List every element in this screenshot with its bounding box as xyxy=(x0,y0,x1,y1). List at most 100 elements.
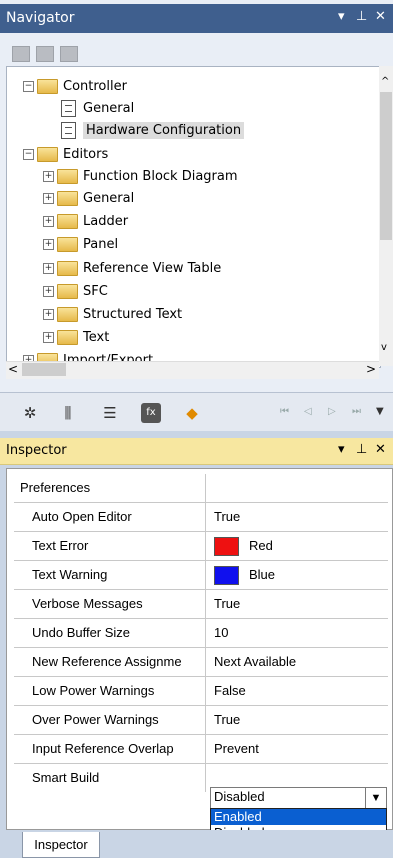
navigator-menu-icon[interactable]: ▼ xyxy=(376,406,384,417)
dropdown-option-enabled[interactable]: Enabled xyxy=(211,809,386,825)
help-icon[interactable]: ◆ xyxy=(182,403,202,423)
navigator-tree: − Controller General Hardware Configurat… xyxy=(6,66,381,368)
scroll-left-icon[interactable]: < xyxy=(8,362,18,376)
property-value[interactable]: False xyxy=(214,677,246,705)
property-value[interactable]: True xyxy=(214,590,240,618)
tree-item-label: Ladder xyxy=(83,213,129,229)
color-name: Red xyxy=(249,538,273,553)
property-value[interactable]: True xyxy=(214,503,240,531)
pin-icon[interactable]: ⊥ xyxy=(356,442,367,457)
expand-icon[interactable]: + xyxy=(43,331,54,343)
expand-icon[interactable]: + xyxy=(43,238,54,250)
section-label: Preferences xyxy=(14,474,206,502)
folder-icon xyxy=(57,213,78,229)
tree-item-label: Panel xyxy=(83,236,119,252)
library-icon[interactable]: ⫼ xyxy=(58,403,78,423)
expand-icon[interactable]: + xyxy=(43,285,54,297)
section-header-preferences[interactable]: Preferences xyxy=(14,474,388,503)
tree-item-panel[interactable]: + Panel xyxy=(43,233,118,255)
property-value[interactable]: Prevent xyxy=(214,735,259,763)
tree-item-label: Text xyxy=(83,329,110,345)
folder-icon xyxy=(57,168,78,184)
property-row[interactable]: Auto Open Editor True xyxy=(14,503,388,532)
property-row[interactable]: Over Power Warnings True xyxy=(14,706,388,735)
folder-icon xyxy=(57,236,78,252)
tree-item-label: Editors xyxy=(63,146,109,162)
tree-item-structured-text[interactable]: + Structured Text xyxy=(43,303,182,325)
tree-view-icon[interactable] xyxy=(36,46,54,62)
property-value[interactable]: True xyxy=(214,706,240,734)
property-row[interactable]: Text Error Red xyxy=(14,532,388,561)
tree-item-general[interactable]: General xyxy=(59,97,134,119)
folder-icon xyxy=(37,146,58,162)
vertical-scroll-thumb[interactable] xyxy=(380,92,392,240)
scroll-up-icon[interactable]: ^ xyxy=(381,76,389,87)
grid-view-icon[interactable] xyxy=(12,46,30,62)
tree-item-label: General xyxy=(83,190,135,206)
close-icon[interactable]: ✕ xyxy=(375,442,386,457)
tree-item-label: Structured Text xyxy=(83,306,183,322)
property-name: Over Power Warnings xyxy=(14,706,206,734)
last-icon[interactable]: ⏭ xyxy=(352,406,361,417)
tree-item-ladder[interactable]: + Ladder xyxy=(43,210,128,232)
close-icon[interactable]: ✕ xyxy=(375,9,386,24)
property-row[interactable]: Low Power Warnings False xyxy=(14,677,388,706)
folder-icon xyxy=(57,283,78,299)
property-row[interactable]: New Reference Assignme Next Available xyxy=(14,648,388,677)
tab-inspector[interactable]: Inspector xyxy=(22,832,100,858)
navigator-title: Navigator xyxy=(6,10,75,26)
property-value[interactable]: 10 xyxy=(214,619,228,647)
collapse-icon[interactable]: − xyxy=(23,80,34,92)
tree-item-label: Hardware Configuration xyxy=(83,121,245,139)
property-row[interactable]: Verbose Messages True xyxy=(14,590,388,619)
collapse-icon[interactable]: − xyxy=(23,148,34,160)
property-row[interactable]: Input Reference Overlap Prevent xyxy=(14,735,388,764)
tree-item-label: General xyxy=(83,100,135,116)
expand-icon[interactable]: + xyxy=(43,308,54,320)
color-swatch xyxy=(214,566,239,586)
tree-item-reference-view-table[interactable]: + Reference View Table xyxy=(43,257,221,279)
settings-gear-icon[interactable]: ✲ xyxy=(20,403,40,423)
navigator-titlebar: Navigator ▾ ⊥ ✕ xyxy=(0,4,393,33)
property-name: Input Reference Overlap xyxy=(14,735,206,763)
table-icon[interactable]: ☰ xyxy=(100,403,120,423)
expand-icon[interactable]: + xyxy=(43,192,54,204)
property-name: Low Power Warnings xyxy=(14,677,206,705)
tree-item-sfc[interactable]: + SFC xyxy=(43,280,108,302)
tree-item-text[interactable]: + Text xyxy=(43,326,109,348)
next-icon[interactable]: ▷ xyxy=(328,406,336,417)
first-icon[interactable]: ⏮ xyxy=(280,406,289,417)
folder-icon xyxy=(57,190,78,206)
tree-item-function-block-diagram[interactable]: + Function Block Diagram xyxy=(43,165,238,187)
smart-build-dropdown[interactable]: Disabled ▼ xyxy=(210,787,387,809)
color-swatch xyxy=(214,537,239,557)
pin-icon[interactable]: ⊥ xyxy=(356,9,367,24)
tree-item-hardware-configuration[interactable]: Hardware Configuration xyxy=(59,119,245,141)
property-value[interactable]: Red xyxy=(214,532,273,560)
previous-icon[interactable]: ◁ xyxy=(304,406,312,417)
color-name: Blue xyxy=(249,567,276,582)
tree-item-label: Reference View Table xyxy=(83,260,222,276)
property-row[interactable]: Undo Buffer Size 10 xyxy=(14,619,388,648)
horizontal-scroll-thumb[interactable] xyxy=(22,363,66,376)
list-view-icon[interactable] xyxy=(60,46,78,62)
tree-item-controller[interactable]: − Controller xyxy=(23,75,127,97)
tree-item-editors[interactable]: − Editors xyxy=(23,143,108,165)
expand-icon[interactable]: + xyxy=(43,262,54,274)
document-icon xyxy=(61,121,76,139)
scroll-right-icon[interactable]: > xyxy=(366,362,376,376)
panel-menu-icon[interactable]: ▾ xyxy=(338,9,345,24)
chevron-down-icon[interactable]: ▼ xyxy=(365,788,386,808)
property-row[interactable]: Text Warning Blue xyxy=(14,561,388,590)
expand-icon[interactable]: + xyxy=(43,170,54,182)
property-name: Text Warning xyxy=(14,561,206,589)
expand-icon[interactable]: + xyxy=(43,215,54,227)
property-value[interactable]: Next Available xyxy=(214,648,296,676)
function-icon[interactable]: fx xyxy=(141,403,161,423)
folder-icon xyxy=(57,306,78,322)
property-value[interactable]: Blue xyxy=(214,561,275,589)
panel-menu-icon[interactable]: ▾ xyxy=(338,442,345,457)
dropdown-value: Disabled xyxy=(214,789,265,804)
tree-item-general[interactable]: + General xyxy=(43,187,134,209)
scroll-down-icon[interactable]: v xyxy=(381,342,387,353)
